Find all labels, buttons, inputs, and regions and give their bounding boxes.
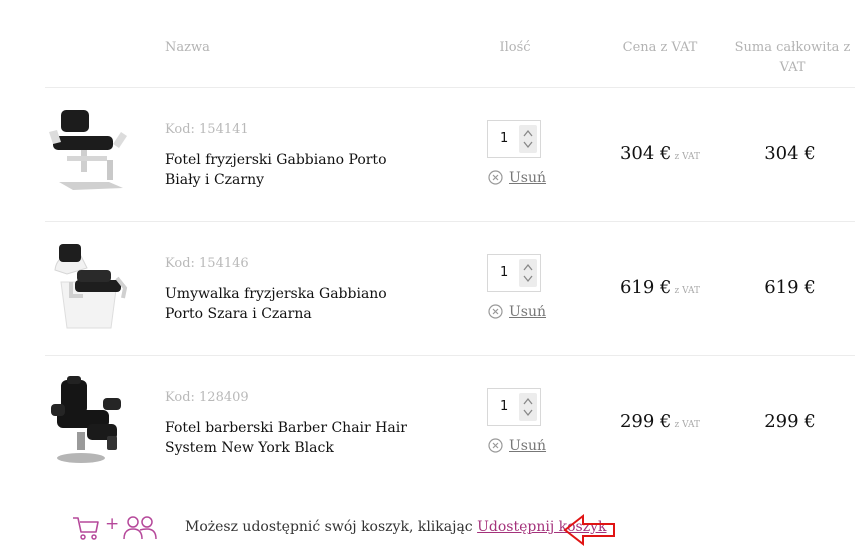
product-code: Kod: 154146 [165,256,249,271]
left-arrow-icon [563,513,615,547]
column-header-total: Suma całkowita z VAT [730,38,855,78]
vat-suffix: z VAT [674,152,701,162]
styling-chair-icon[interactable] [47,108,131,196]
users-icon [123,516,157,540]
product-code: Kod: 128409 [165,390,249,405]
column-header-price: Cena z VAT [622,40,698,55]
share-cart-text: Możesz udostępnić swój koszyk, klikając … [185,519,607,535]
spinner-arrows-icon[interactable] [519,125,537,153]
plus-sign: + [105,514,120,534]
close-circle-icon [488,170,503,185]
share-cart-section: + Możesz udostępnić swój koszyk, klikają… [0,506,855,547]
spinner-arrows-icon[interactable] [519,259,537,287]
quantity-value[interactable]: 1 [500,399,508,414]
cart-row: Kod: 154146 Umywalka fryzjerska Gabbiano… [0,222,855,356]
quantity-value[interactable]: 1 [500,131,508,146]
unit-price: 304 € z VAT [610,143,710,164]
line-total: 619 € [764,277,816,298]
product-code: Kod: 154141 [165,122,249,137]
remove-label[interactable]: Usuń [509,437,546,455]
quantity-stepper[interactable]: 1 [487,388,541,426]
product-name[interactable]: Fotel fryzjerski Gabbiano Porto Biały i … [165,150,415,190]
vat-suffix: z VAT [674,420,701,430]
share-message: Możesz udostępnić swój koszyk, klikając [185,519,478,535]
unit-price: 619 € z VAT [610,277,710,298]
cart-icon [73,517,99,540]
column-header-name: Nazwa [165,40,210,55]
close-circle-icon [488,304,503,319]
line-total: 299 € [764,411,816,432]
price-amount: 304 € [619,143,672,164]
shampoo-unit-icon[interactable] [47,242,131,330]
cart-row: Kod: 154141 Fotel fryzjerski Gabbiano Po… [0,88,855,222]
vat-suffix: z VAT [674,286,701,296]
quantity-value[interactable]: 1 [500,265,508,280]
quantity-stepper[interactable]: 1 [487,120,541,158]
column-header-total-line1: Suma całkowita z [734,40,851,55]
cart-row: Kod: 128409 Fotel barberski Barber Chair… [0,356,855,490]
column-header-quantity: Ilość [499,40,531,55]
remove-label[interactable]: Usuń [509,169,546,187]
close-circle-icon [488,438,503,453]
product-name[interactable]: Fotel barberski Barber Chair Hair System… [165,418,415,458]
quantity-stepper[interactable]: 1 [487,254,541,292]
spinner-arrows-icon[interactable] [519,393,537,421]
price-amount: 619 € [619,277,672,298]
price-amount: 299 € [619,411,672,432]
barber-chair-icon[interactable] [47,376,131,464]
remove-label[interactable]: Usuń [509,303,546,321]
line-total: 304 € [764,143,816,164]
product-name[interactable]: Umywalka fryzjerska Gabbiano Porto Szara… [165,284,415,324]
column-header-total-line2: VAT [779,60,806,75]
unit-price: 299 € z VAT [610,411,710,432]
